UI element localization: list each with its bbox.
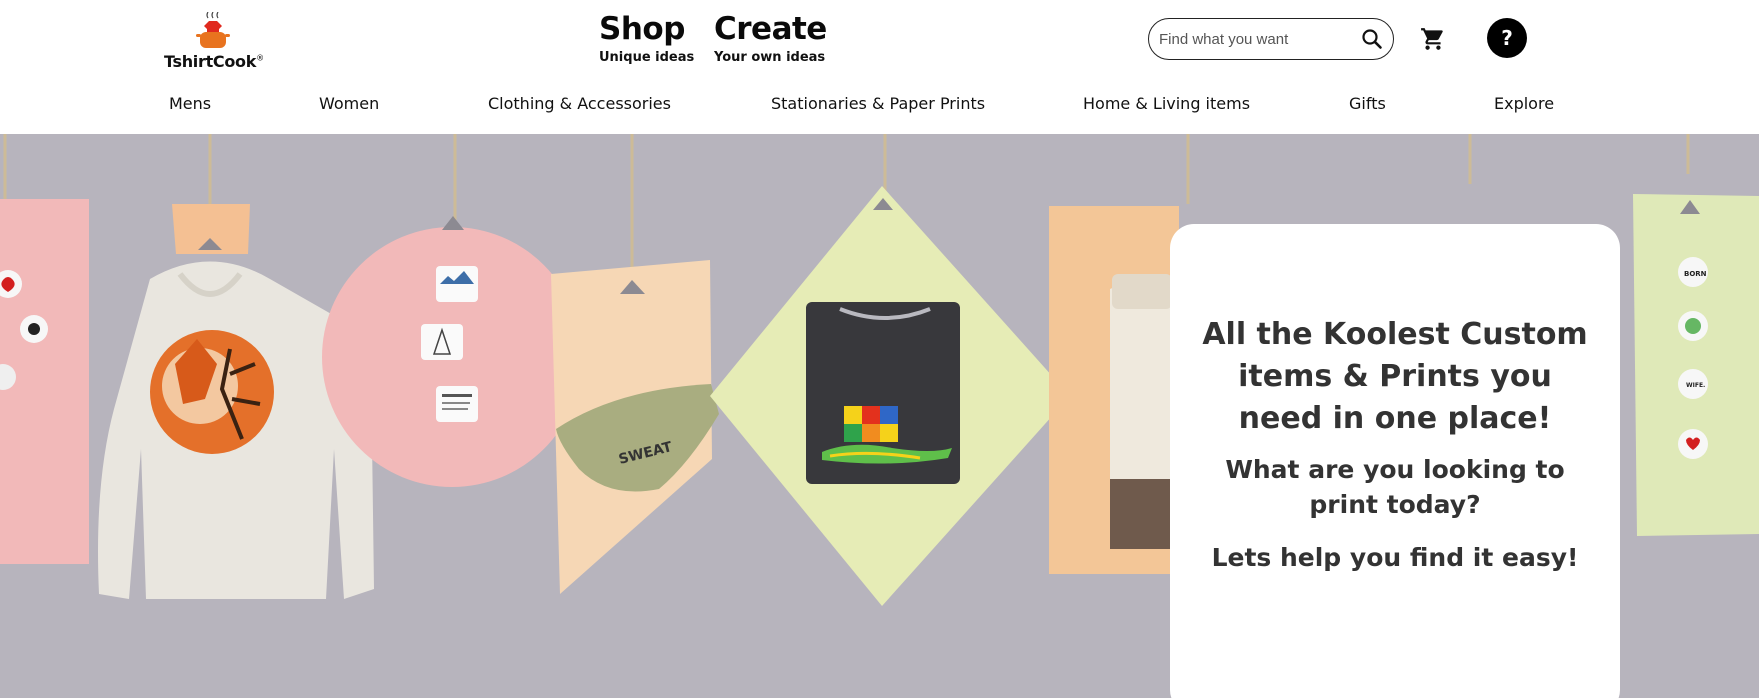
help-button[interactable]: ? [1487, 18, 1527, 58]
nav-item-home-living[interactable]: Home & Living items [1083, 94, 1250, 113]
search-box [1148, 18, 1394, 60]
svg-text:WIFE.: WIFE. [1686, 382, 1705, 389]
shop-title: Shop [599, 11, 685, 47]
brand-logo[interactable]: TshirtCook® [164, 12, 264, 74]
nav-item-gifts[interactable]: Gifts [1349, 94, 1386, 113]
search-icon [1362, 29, 1382, 49]
shop-subtitle: Unique ideas [599, 50, 695, 65]
brand-name: TshirtCook® [164, 52, 264, 71]
search-input[interactable] [1159, 27, 1359, 51]
fanny-pack-display: SWEAT [551, 260, 719, 594]
hero-banner: SWEAT BORN WIFE. All the Koolest Custom … [0, 134, 1759, 698]
logo-pot-icon [196, 12, 230, 48]
hero-message-card: All the Koolest Custom items & Prints yo… [1170, 224, 1620, 698]
hero-question: What are you looking to print today? [1225, 455, 1565, 519]
badge-panel-right: BORN WIFE. [1633, 194, 1759, 536]
mug-display [322, 216, 582, 487]
tshirt-display [710, 186, 1070, 606]
hero-headline: All the Koolest Custom items & Prints yo… [1202, 317, 1588, 436]
help-icon: ? [1501, 26, 1513, 50]
cart-button[interactable] [1420, 26, 1446, 52]
create-title: Create [714, 11, 827, 47]
badge-panel-left [0, 199, 89, 564]
search-button[interactable] [1361, 28, 1383, 50]
main-nav: Mens Women Clothing & Accessories Statio… [0, 94, 1759, 122]
create-subtitle: Your own ideas [714, 50, 826, 65]
site-header: TshirtCook® Shop Unique ideas Create You… [0, 0, 1759, 134]
nav-item-mens[interactable]: Mens [169, 94, 211, 113]
cart-icon [1421, 28, 1443, 50]
backpack-display [1049, 206, 1190, 574]
hero-tagline: Lets help you find it easy! [1211, 543, 1579, 572]
nav-item-explore[interactable]: Explore [1494, 94, 1554, 113]
nav-item-clothing-accessories[interactable]: Clothing & Accessories [488, 94, 671, 113]
nav-item-stationaries-paper-prints[interactable]: Stationaries & Paper Prints [771, 94, 985, 113]
trademark-mark: ® [256, 53, 264, 63]
create-mode-link[interactable]: Create Your own ideas [714, 10, 827, 65]
shop-mode-link[interactable]: Shop Unique ideas [599, 10, 694, 65]
nav-item-women[interactable]: Women [319, 94, 379, 113]
svg-text:BORN: BORN [1684, 270, 1707, 278]
